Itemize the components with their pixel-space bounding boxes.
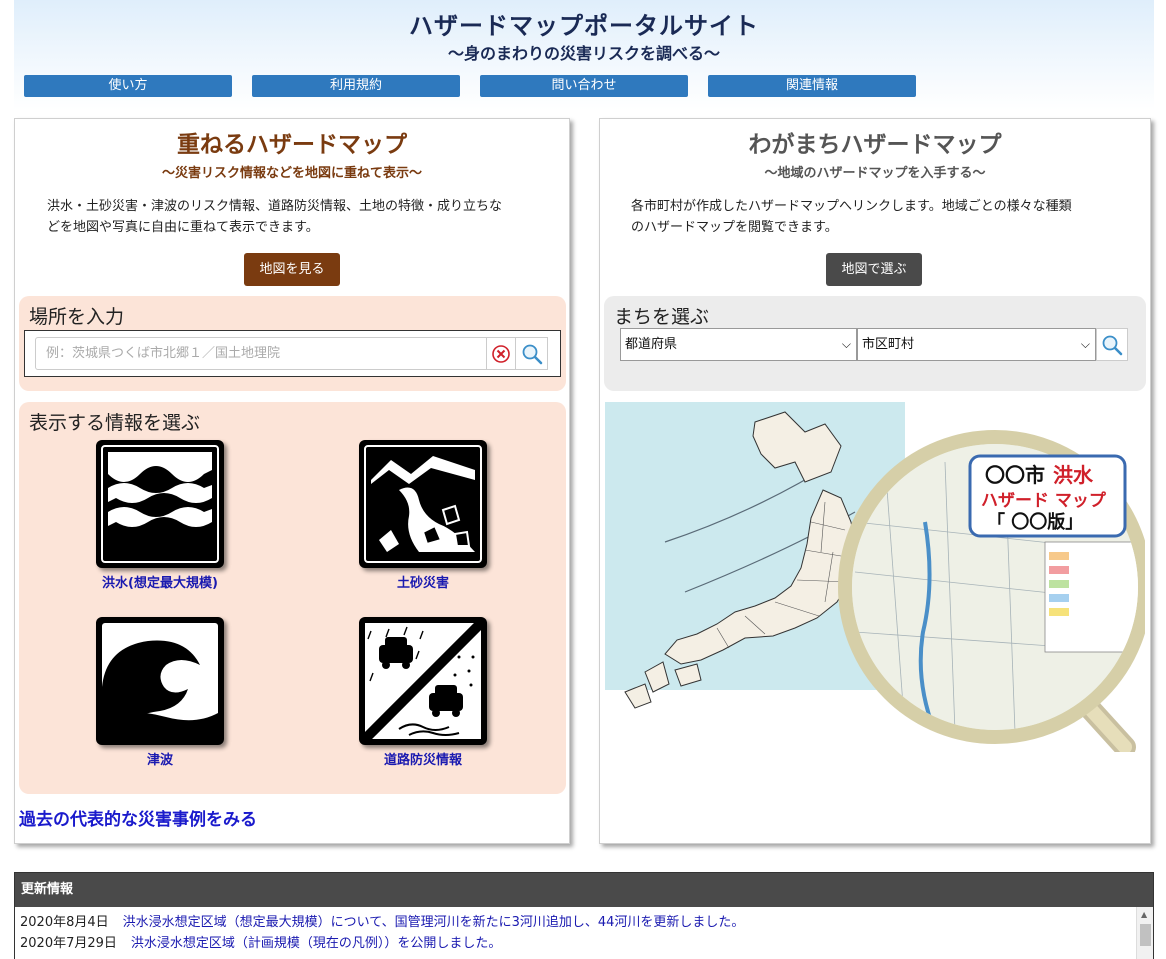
clear-icon (492, 344, 510, 363)
hazard-tsunami-label: 津波 (146, 753, 173, 768)
location-search-input[interactable] (35, 337, 487, 370)
nav-related-button[interactable]: 関連情報 (708, 75, 916, 97)
town-map-illustration[interactable]: 〇〇市 洪水 ハザード マップ 「 〇〇版」 (605, 402, 1145, 752)
select-on-map-button[interactable]: 地図で選ぶ (826, 253, 922, 286)
sign-hazard-map-text: ハザード マップ (981, 490, 1107, 511)
sign-edition-text: 「 〇〇版」 (987, 511, 1083, 533)
update-row: 2020年8月4日 洪水浸水想定区域（想定最大規模）について、国管理河川を新たに3… (20, 913, 744, 933)
site-header: ハザードマップポータルサイト ～身のまわりの災害リスクを調べる～ 使い方 利用規… (14, 0, 1154, 110)
town-select-box: まちを選ぶ 都道府県 ⌵ 市区町村 ⌵ (604, 296, 1146, 391)
overlay-map-title: 重ねるハザードマップ (177, 132, 407, 158)
tsunami-icon (96, 617, 224, 745)
city-select[interactable]: 市区町村 ⌵ (857, 328, 1096, 361)
sign-city-text: 〇〇市 (985, 463, 1045, 487)
info-box-title: 表示する情報を選ぶ (29, 412, 201, 434)
past-disaster-link[interactable]: 過去の代表的な災害事例をみる (19, 805, 257, 830)
chevron-down-icon: ⌵ (1080, 337, 1090, 351)
town-map-description: 各市町村が作成したハザードマップへリンクします。地域ごとの様々な種類 のハザード… (631, 199, 1072, 235)
town-search-button[interactable] (1096, 328, 1128, 361)
search-icon (1102, 335, 1123, 355)
hazard-landslide-label: 土砂災害 (396, 576, 449, 591)
hazard-flood-item[interactable]: 洪水(想定最大規模) (85, 440, 235, 591)
town-box-title: まちを選ぶ (614, 306, 710, 328)
hazard-landslide-item[interactable]: 土砂災害 (348, 440, 498, 591)
location-search-button[interactable] (516, 337, 548, 370)
hazard-tsunami-item[interactable]: 津波 (85, 617, 235, 768)
road-disaster-icon (359, 617, 487, 745)
site-title: ハザードマップポータルサイト (409, 12, 759, 40)
updates-section: 更新情報 2020年8月4日 洪水浸水想定区域（想定最大規模）について、国管理河川… (14, 872, 1154, 959)
town-map-title: わがまちハザードマップ (748, 132, 1002, 158)
town-map-subtitle: ～地域のハザードマップを入手する～ (764, 166, 986, 181)
prefecture-select[interactable]: 都道府県 ⌵ (620, 328, 857, 361)
chevron-down-icon: ⌵ (841, 337, 851, 351)
town-hazard-map-panel: わがまちハザードマップ ～地域のハザードマップを入手する～ 各市町村が作成したハ… (599, 118, 1151, 844)
nav-usage-button[interactable]: 使い方 (24, 75, 232, 97)
landslide-icon (359, 440, 487, 568)
sign-flood-text: 洪水 (1053, 463, 1094, 487)
hazard-flood-label: 洪水(想定最大規模) (102, 576, 218, 591)
prefecture-select-value: 都道府県 (625, 337, 678, 352)
info-select-box: 表示する情報を選ぶ 洪水(想定最大規模) 土砂災害 津波 道路防災情報 (19, 402, 566, 794)
hazard-road-item[interactable]: 道路防災情報 (348, 617, 498, 768)
update-link[interactable]: 洪水浸水想定区域（想定最大規模）について、国管理河川を新たに3河川追加し、44河… (123, 915, 745, 930)
updates-title: 更新情報 (15, 873, 1153, 907)
update-date: 2020年7月29日 (20, 936, 117, 951)
city-select-value: 市区町村 (862, 337, 915, 352)
location-input-box: 場所を入力 (19, 296, 566, 391)
scroll-up-icon[interactable]: ▲ (1141, 910, 1147, 919)
location-box-title: 場所を入力 (29, 306, 125, 328)
overlay-map-description: 洪水・土砂災害・津波のリスク情報、道路防災情報、土地の特徴・成り立ちな どを地図… (47, 199, 503, 235)
update-date: 2020年8月4日 (20, 915, 109, 930)
clear-button[interactable] (487, 337, 516, 370)
view-map-button[interactable]: 地図を見る (244, 253, 340, 286)
search-icon (522, 344, 542, 364)
update-link[interactable]: 洪水浸水想定区域（計画規模（現在の凡例））を公開しました。 (131, 936, 502, 951)
overlay-hazard-map-panel: 重ねるハザードマップ ～災害リスク情報などを地図に重ねて表示～ 洪水・土砂災害・… (14, 118, 570, 844)
hazard-road-label: 道路防災情報 (383, 753, 462, 768)
nav-terms-button[interactable]: 利用規約 (252, 75, 460, 97)
overlay-map-subtitle: ～災害リスク情報などを地図に重ねて表示～ (161, 166, 422, 181)
site-subtitle: ～身のまわりの災害リスクを調べる～ (447, 44, 720, 63)
flood-icon (96, 440, 224, 568)
location-search-row (24, 330, 561, 377)
updates-scrollbar[interactable]: ▲ (1136, 907, 1153, 959)
nav-contact-button[interactable]: 問い合わせ (480, 75, 688, 97)
update-row: 2020年7月29日 洪水浸水想定区域（計画規模（現在の凡例））を公開しました。 (20, 934, 501, 954)
scroll-thumb[interactable] (1140, 924, 1151, 946)
